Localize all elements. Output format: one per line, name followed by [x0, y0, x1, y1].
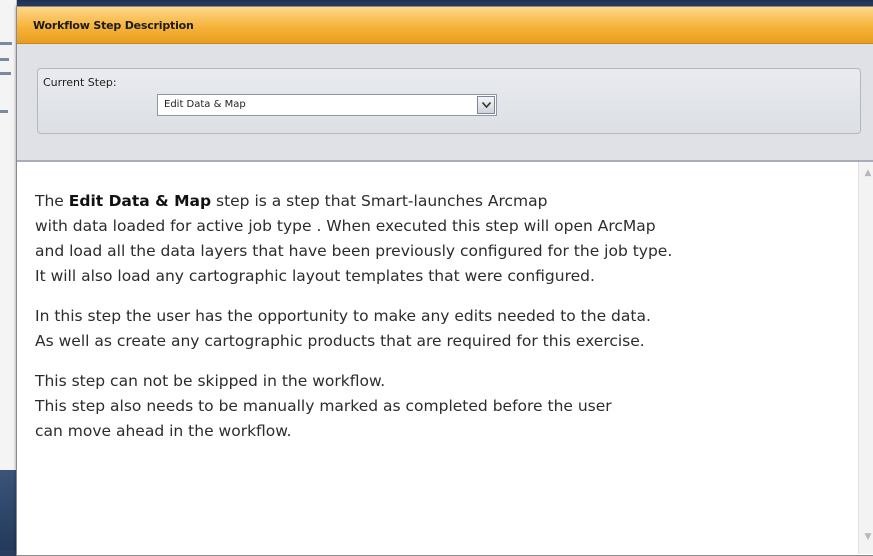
description-line: As well as create any cartographic produ… [35, 332, 645, 350]
description-line: with data loaded for active job type . W… [35, 217, 656, 235]
description-line: step is a step that Smart-launches Arcma… [211, 192, 548, 210]
description-line: This step can not be skipped in the work… [35, 372, 386, 390]
background-line [0, 58, 9, 61]
dropdown-button[interactable] [477, 96, 495, 114]
vertical-scrollbar[interactable]: ▲ ▼ [858, 162, 873, 554]
description-paragraph-1: The Edit Data & Map step is a step that … [35, 189, 858, 289]
arrow-down-icon[interactable]: ▼ [863, 532, 873, 542]
description-text-area[interactable]: The Edit Data & Map step is a step that … [17, 162, 858, 554]
background-window-left [0, 0, 17, 550]
window-title: Workflow Step Description [33, 18, 194, 32]
description-line: In this step the user has the opportunit… [35, 307, 651, 325]
background-line [0, 72, 11, 75]
description-paragraph-3: This step can not be skipped in the work… [35, 369, 858, 444]
current-step-label: Current Step: [43, 76, 117, 89]
chevron-down-icon [481, 102, 491, 108]
current-step-value: Edit Data & Map [164, 99, 246, 110]
description-line: and load all the data layers that have b… [35, 242, 673, 260]
description-text: The Edit Data & Map step is a step that … [17, 162, 858, 444]
current-step-select[interactable]: Edit Data & Map [157, 94, 497, 116]
description-paragraph-2: In this step the user has the opportunit… [35, 304, 858, 354]
description-line: can move ahead in the workflow. [35, 422, 292, 440]
workflow-step-description-window: Workflow Step Description Current Step: … [16, 6, 873, 556]
background-line [0, 42, 12, 45]
window-titlebar[interactable]: Workflow Step Description [17, 7, 873, 44]
arrow-up-icon[interactable]: ▲ [863, 168, 873, 178]
step-name-bold: Edit Data & Map [68, 192, 212, 210]
background-window-bottom [0, 470, 16, 550]
current-step-panel: Current Step: Edit Data & Map [17, 44, 873, 162]
background-line [0, 110, 8, 113]
description-prefix: The [35, 192, 69, 210]
description-line: It will also load any cartographic layou… [35, 267, 595, 285]
description-line: This step also needs to be manually mark… [35, 397, 612, 415]
